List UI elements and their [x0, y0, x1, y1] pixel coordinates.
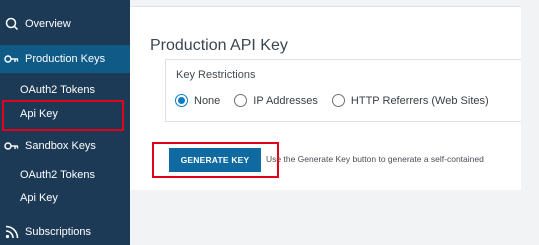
- sidebar-item-overview[interactable]: Overview: [0, 10, 130, 38]
- page-title: Production API Key: [150, 37, 288, 54]
- sidebar-item-subscriptions[interactable]: Subscriptions: [0, 218, 130, 245]
- key-restrictions-label: Key Restrictions: [176, 69, 256, 81]
- key-restrictions-options: None IP Addresses HTTP Referrers (Web Si…: [175, 94, 503, 107]
- generate-key-help-text: Use the Generate Key button to generate …: [266, 154, 484, 164]
- sidebar-item-label: Production Keys: [25, 53, 106, 65]
- panel-top-divider: [130, 0, 521, 7]
- sidebar-item-production-keys[interactable]: Production Keys: [0, 45, 130, 73]
- sidebar-item-label: Subscriptions: [25, 226, 92, 238]
- sidebar-item-label: Overview: [25, 18, 71, 30]
- radio-http-referrers[interactable]: [331, 94, 345, 107]
- sidebar-item-label: Api Key: [20, 108, 58, 120]
- radio-selected-dot: [178, 97, 185, 104]
- key-restrictions-group: Key Restrictions None IP Addresses HTTP …: [165, 59, 521, 122]
- radio-ip-addresses[interactable]: [234, 94, 248, 107]
- radio-ip-addresses-label[interactable]: IP Addresses: [253, 95, 318, 107]
- sidebar: Overview Production Keys OAuth2 Tokens A…: [0, 0, 130, 245]
- keys-icon: [4, 138, 20, 154]
- main-content: Production API Key Key Restrictions None…: [130, 0, 539, 245]
- radio-none-label[interactable]: None: [194, 95, 220, 107]
- radio-http-referrers-label[interactable]: HTTP Referrers (Web Sites): [351, 95, 489, 107]
- sidebar-item-sandbox-oauth2-tokens[interactable]: OAuth2 Tokens: [0, 165, 130, 185]
- sidebar-item-sandbox-keys[interactable]: Sandbox Keys: [0, 132, 130, 160]
- overview-icon: [4, 16, 20, 32]
- sidebar-item-production-api-key[interactable]: Api Key: [0, 104, 130, 124]
- generate-key-button[interactable]: GENERATE KEY: [169, 148, 261, 172]
- sidebar-item-label: Api Key: [20, 192, 58, 204]
- sidebar-item-production-oauth2-tokens[interactable]: OAuth2 Tokens: [0, 80, 130, 100]
- radio-none[interactable]: [175, 94, 188, 107]
- api-key-panel: Production API Key Key Restrictions None…: [130, 0, 521, 190]
- sidebar-item-label: Sandbox Keys: [25, 140, 96, 152]
- keys-icon: [4, 51, 20, 67]
- sidebar-item-sandbox-api-key[interactable]: Api Key: [0, 188, 130, 208]
- subscriptions-icon: [4, 224, 20, 240]
- sidebar-item-label: OAuth2 Tokens: [20, 84, 96, 96]
- sidebar-item-label: OAuth2 Tokens: [20, 169, 96, 181]
